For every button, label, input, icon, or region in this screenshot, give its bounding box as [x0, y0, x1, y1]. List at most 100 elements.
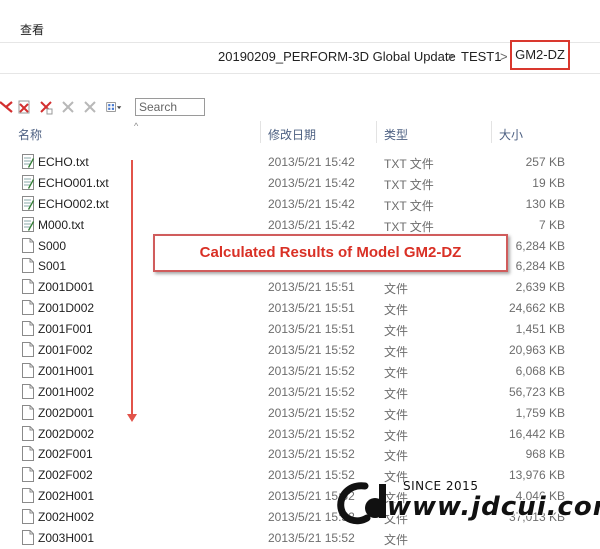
breadcrumb-item-root[interactable]: 20190209_PERFORM-3D Global Update	[218, 49, 456, 64]
chevron-right-icon: >	[500, 49, 508, 64]
file-row[interactable]: Z001F001 2013/5/21 15:51 文件 1,451 KB	[0, 319, 600, 340]
file-name: Z001H001	[38, 363, 95, 378]
file-row[interactable]: Z002D002 2013/5/21 15:52 文件 16,442 KB	[0, 424, 600, 445]
watermark: SINCE 2015 www.jdcui.com	[335, 474, 600, 536]
file-type: 文件	[384, 365, 409, 380]
file-name: Z002D002	[38, 426, 95, 441]
file-date: 2013/5/21 15:42	[268, 175, 355, 190]
column-name[interactable]: 名称	[18, 126, 42, 143]
file-size: 6,284 KB	[515, 259, 565, 274]
column-divider[interactable]	[376, 121, 377, 143]
file-name: Z002H001	[38, 489, 95, 504]
file-date: 2013/5/21 15:52	[268, 343, 355, 358]
file-name: ECHO002.txt	[38, 196, 109, 211]
file-row[interactable]: Z001H002 2013/5/21 15:52 文件 56,723 KB	[0, 382, 600, 403]
file-type: TXT 文件	[384, 157, 434, 171]
file-name: Z002F001	[38, 447, 93, 462]
file-row[interactable]: Z001D002 2013/5/21 15:51 文件 24,662 KB	[0, 298, 600, 319]
file-date: 2013/5/21 15:52	[268, 363, 355, 378]
blank-file-icon	[22, 279, 34, 295]
blank-file-icon	[22, 530, 34, 546]
disabled-x-icon	[62, 101, 74, 113]
text-file-icon	[22, 216, 34, 232]
blank-file-icon	[22, 404, 34, 420]
file-date: 2013/5/21 15:42	[268, 217, 355, 232]
file-type: 文件	[384, 386, 409, 401]
file-type: 文件	[384, 428, 409, 443]
file-date: 2013/5/21 15:51	[268, 280, 355, 295]
file-row[interactable]: ECHO.txt 2013/5/21 15:42 TXT 文件 257 KB	[0, 152, 600, 173]
column-type[interactable]: 类型	[384, 126, 408, 143]
breadcrumb-item-current[interactable]: GM2-DZ	[510, 40, 570, 70]
file-size: 20,963 KB	[508, 343, 565, 358]
blank-file-icon	[22, 488, 34, 504]
blank-file-icon	[22, 467, 34, 483]
blank-file-icon	[22, 446, 34, 462]
file-name: ECHO.txt	[38, 155, 89, 169]
file-type: 文件	[384, 345, 409, 360]
file-size: 1,759 KB	[515, 405, 565, 420]
file-date: 2013/5/21 15:52	[268, 426, 355, 441]
annotation-callout: Calculated Results of Model GM2-DZ	[153, 234, 508, 272]
disabled-x-icon-2	[84, 101, 96, 113]
file-type: TXT 文件	[384, 219, 434, 234]
column-header: ^ 名称 修改日期 类型 大小	[0, 121, 600, 143]
delete-red-icon[interactable]	[0, 99, 14, 115]
file-size: 968 KB	[525, 447, 565, 462]
blank-file-icon	[22, 342, 34, 358]
file-type: 文件	[384, 303, 409, 318]
file-size: 7 KB	[538, 217, 565, 232]
column-size[interactable]: 大小	[499, 126, 523, 143]
search-input[interactable]: Search	[135, 98, 205, 116]
blank-file-icon	[22, 300, 34, 316]
blank-file-icon	[22, 425, 34, 441]
blank-file-icon	[22, 383, 34, 399]
file-size: 2,639 KB	[515, 280, 565, 295]
file-row[interactable]: Z001D001 2013/5/21 15:51 文件 2,639 KB	[0, 277, 600, 298]
file-size: 130 KB	[525, 196, 565, 211]
file-type: 文件	[384, 449, 409, 464]
file-size: 16,442 KB	[508, 426, 565, 441]
file-date: 2013/5/21 15:52	[268, 447, 355, 462]
file-name: ECHO001.txt	[38, 175, 109, 190]
blank-file-icon	[22, 509, 34, 525]
file-row[interactable]: Z002D001 2013/5/21 15:52 文件 1,759 KB	[0, 403, 600, 424]
breadcrumb-item-test1[interactable]: TEST1	[461, 49, 501, 64]
file-size: 24,662 KB	[508, 301, 565, 316]
column-divider[interactable]	[260, 121, 261, 143]
file-date: 2013/5/21 15:52	[268, 384, 355, 399]
file-row[interactable]: Z002F001 2013/5/21 15:52 文件 968 KB	[0, 444, 600, 465]
file-name: Z001H002	[38, 384, 95, 399]
file-size: 1,451 KB	[515, 322, 565, 337]
column-date[interactable]: 修改日期	[268, 126, 316, 143]
file-row[interactable]: Z001F002 2013/5/21 15:52 文件 20,963 KB	[0, 340, 600, 361]
watermark-url: www.jdcui.com	[387, 492, 600, 522]
file-row[interactable]: ECHO001.txt 2013/5/21 15:42 TXT 文件 19 KB	[0, 173, 600, 194]
text-file-icon	[22, 195, 34, 211]
file-row[interactable]: M000.txt 2013/5/21 15:42 TXT 文件 7 KB	[0, 215, 600, 236]
file-date: 2013/5/21 15:42	[268, 155, 355, 169]
file-row[interactable]: ECHO002.txt 2013/5/21 15:42 TXT 文件 130 KB	[0, 194, 600, 215]
file-size: 6,068 KB	[515, 363, 565, 378]
file-type: TXT 文件	[384, 177, 434, 192]
file-size: 257 KB	[525, 155, 565, 169]
file-type: 文件	[384, 282, 409, 297]
column-divider[interactable]	[491, 121, 492, 143]
file-name: M000.txt	[38, 217, 85, 232]
menu-view[interactable]: 查看	[20, 21, 44, 38]
file-name: Z002D001	[38, 405, 95, 420]
delete-file-icon[interactable]	[16, 99, 32, 115]
file-size: 19 KB	[532, 175, 565, 190]
text-file-icon	[22, 174, 34, 190]
file-name: Z002H002	[38, 510, 95, 525]
file-row[interactable]: Z001H001 2013/5/21 15:52 文件 6,068 KB	[0, 361, 600, 382]
toolbar	[0, 96, 600, 120]
clear-icon[interactable]	[38, 99, 54, 115]
file-name: Z002F002	[38, 468, 93, 483]
sort-up-icon: ^	[134, 121, 139, 131]
file-name: Z001D001	[38, 280, 95, 295]
view-options-icon[interactable]	[106, 99, 122, 115]
file-date: 2013/5/21 15:42	[268, 196, 355, 211]
file-date: 2013/5/21 15:51	[268, 301, 355, 316]
text-file-icon	[22, 154, 34, 169]
